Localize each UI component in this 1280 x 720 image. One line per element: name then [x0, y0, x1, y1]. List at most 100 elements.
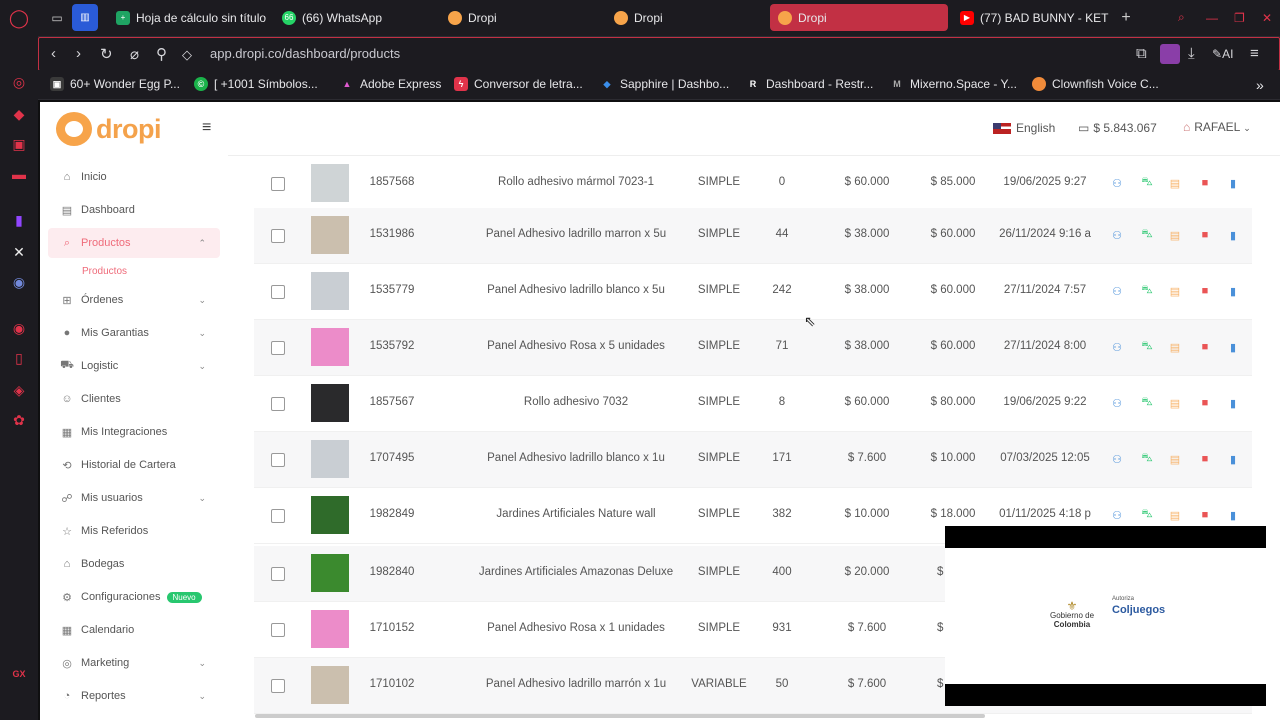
store-icon[interactable]: ▣: [9, 134, 29, 154]
sidebar-item-historial-de-cartera[interactable]: ⟲ Historial de Cartera: [48, 450, 220, 480]
horizontal-scrollbar[interactable]: [255, 714, 985, 718]
assign-user-icon[interactable]: ⚇: [1110, 228, 1124, 242]
delete-icon[interactable]: ■: [1198, 340, 1212, 354]
table-row[interactable]: 1535792 Panel Adhesivo Rosa x 5 unidades S…: [254, 320, 1252, 376]
dropi-logo[interactable]: dropi: [56, 112, 162, 146]
tab-dropi-2[interactable]: Dropi: [606, 4, 764, 31]
sidebar-item-dashboard[interactable]: ▤ Dashboard: [48, 195, 220, 225]
sidebar-item-mis-referidos[interactable]: ☆ Mis Referidos: [48, 516, 220, 546]
product-thumbnail[interactable]: [311, 272, 349, 310]
assign-user-icon[interactable]: ⚇: [1110, 396, 1124, 410]
sidebar-item-inicio[interactable]: ⌂ Inicio: [48, 162, 220, 192]
table-row[interactable]: 1535779 Panel Adhesivo ladrillo blanco x …: [254, 264, 1252, 320]
sidebar-item-mis-garantias[interactable]: ● Mis Garantias ⌄: [48, 318, 220, 348]
diamond-icon[interactable]: ◆: [9, 104, 29, 124]
aria-icon[interactable]: ◎: [9, 72, 29, 92]
row-checkbox[interactable]: [271, 341, 285, 355]
search-tabs-icon[interactable]: ⌕: [1170, 4, 1190, 31]
hexagon-icon[interactable]: ◈: [9, 380, 29, 400]
ai-button[interactable]: ✎AI: [1212, 47, 1233, 61]
add-to-cart-icon[interactable]: ⛍: [1140, 176, 1154, 190]
report-icon[interactable]: ▤: [1168, 396, 1182, 410]
bookmark-item[interactable]: M Mixerno.Space - Y...: [890, 77, 1017, 91]
close-icon[interactable]: ✕: [1254, 4, 1274, 31]
report-icon[interactable]: ▤: [1168, 508, 1182, 522]
table-row[interactable]: 1857567 Rollo adhesivo 7032 SIMPLE 8 $ 60.00…: [254, 376, 1252, 432]
wallet-balance[interactable]: ▭ $ 5.843.067: [1078, 121, 1157, 135]
clock-icon[interactable]: ◉: [9, 318, 29, 338]
row-checkbox[interactable]: [271, 509, 285, 523]
url-text[interactable]: app.dropi.co/dashboard/products: [210, 46, 400, 61]
maximize-icon[interactable]: ❐: [1226, 4, 1246, 31]
tab-whatsapp[interactable]: 66 (66) WhatsApp: [274, 4, 432, 31]
sidebar-item-bodegas[interactable]: ⌂ Bodegas: [48, 549, 220, 579]
row-checkbox[interactable]: [271, 177, 285, 191]
delete-icon[interactable]: ■: [1198, 284, 1212, 298]
product-thumbnail[interactable]: [311, 216, 349, 254]
bookmark-item[interactable]: ◆ Sapphire | Dashbo...: [600, 77, 730, 91]
product-thumbnail[interactable]: [311, 440, 349, 478]
add-to-cart-icon[interactable]: ⛍: [1140, 508, 1154, 522]
document-icon[interactable]: ▮: [1226, 508, 1240, 522]
sidebar-item-órdenes[interactable]: ⊞ Órdenes ⌄: [48, 285, 220, 315]
tab-sidebar-button[interactable]: ▭: [44, 4, 70, 31]
bookmark-item[interactable]: ϟ Conversor de letra...: [454, 77, 583, 91]
opera-logo-icon[interactable]: ◯: [9, 8, 29, 28]
sidebar-item-clientes[interactable]: ☺ Clientes: [48, 384, 220, 414]
row-checkbox[interactable]: [271, 285, 285, 299]
vpn-icon[interactable]: ⌀: [130, 45, 139, 63]
sidebar-item-calendario[interactable]: ▦ Calendario: [48, 615, 220, 645]
bookmark-item[interactable]: ▣ 60+ Wonder Egg P...: [50, 77, 180, 91]
twitch-icon[interactable]: ▮: [9, 210, 29, 230]
row-checkbox[interactable]: [271, 567, 285, 581]
assign-user-icon[interactable]: ⚇: [1110, 508, 1124, 522]
tab-pinned[interactable]: ▥: [72, 4, 98, 31]
sidebar-item-mis-usuarios[interactable]: ☍ Mis usuarios ⌄: [48, 483, 220, 513]
tab-youtube[interactable]: ▶ (77) BAD BUNNY - KET: [952, 4, 1112, 31]
document-icon[interactable]: ▮: [1226, 340, 1240, 354]
table-row[interactable]: 1707495 Panel Adhesivo ladrillo blanco x …: [254, 432, 1252, 488]
product-thumbnail[interactable]: [311, 610, 349, 648]
hamburger-menu-icon[interactable]: ≡: [202, 119, 211, 137]
report-icon[interactable]: ▤: [1168, 228, 1182, 242]
reload-icon[interactable]: ↻: [100, 45, 113, 63]
row-checkbox[interactable]: [271, 453, 285, 467]
report-icon[interactable]: ▤: [1168, 176, 1182, 190]
add-to-cart-icon[interactable]: ⛍: [1140, 340, 1154, 354]
add-to-cart-icon[interactable]: ⛍: [1140, 228, 1154, 242]
user-menu[interactable]: ⌂ RAFAEL ⌄: [1183, 120, 1251, 134]
row-checkbox[interactable]: [271, 229, 285, 243]
gx-icon[interactable]: GX: [9, 664, 29, 684]
profile-icon[interactable]: [1160, 44, 1180, 64]
sidebar-item-configuraciones[interactable]: ⚙ Configuraciones Nuevo: [48, 582, 220, 612]
report-icon[interactable]: ▤: [1168, 284, 1182, 298]
add-to-cart-icon[interactable]: ⛍: [1140, 452, 1154, 466]
add-to-cart-icon[interactable]: ⛍: [1140, 284, 1154, 298]
language-selector[interactable]: English: [993, 121, 1055, 135]
bookmark-item[interactable]: ▲ Adobe Express: [340, 77, 442, 91]
product-thumbnail[interactable]: [311, 384, 349, 422]
document-icon[interactable]: ▮: [1226, 396, 1240, 410]
assign-user-icon[interactable]: ⚇: [1110, 284, 1124, 298]
bookmark-item[interactable]: Clownfish Voice C...: [1032, 77, 1159, 91]
coljuegos-ad-overlay[interactable]: ⚜ Gobierno de Colombia Autoriza Coljuegos: [945, 526, 1266, 706]
stack-icon[interactable]: ▬: [9, 164, 29, 184]
sidebar-item-reportes[interactable]: ◔ Reportes ⌄: [48, 681, 220, 711]
row-checkbox[interactable]: [271, 679, 285, 693]
assign-user-icon[interactable]: ⚇: [1110, 452, 1124, 466]
extensions-icon[interactable]: ⧉: [1136, 45, 1147, 62]
row-checkbox[interactable]: [271, 623, 285, 637]
table-row[interactable]: 1531986 Panel Adhesivo ladrillo marron x …: [254, 208, 1252, 264]
minimize-icon[interactable]: —: [1198, 4, 1218, 31]
document-icon[interactable]: ▮: [1226, 228, 1240, 242]
sidebar-item-marketing[interactable]: ◎ Marketing ⌄: [48, 648, 220, 678]
discord-icon[interactable]: ◉: [9, 272, 29, 292]
site-info-icon[interactable]: ⚲: [156, 45, 167, 63]
bookmarks-more-icon[interactable]: »: [1256, 77, 1264, 93]
bookmark-icon[interactable]: ◇: [182, 47, 192, 63]
assign-user-icon[interactable]: ⚇: [1110, 176, 1124, 190]
report-icon[interactable]: ▤: [1168, 452, 1182, 466]
sidebar-item-mis-integraciones[interactable]: ▦ Mis Integraciones: [48, 417, 220, 447]
document-icon[interactable]: ▮: [1226, 176, 1240, 190]
sidebar-item-productos[interactable]: ⌕ Productos ⌃: [48, 228, 220, 258]
